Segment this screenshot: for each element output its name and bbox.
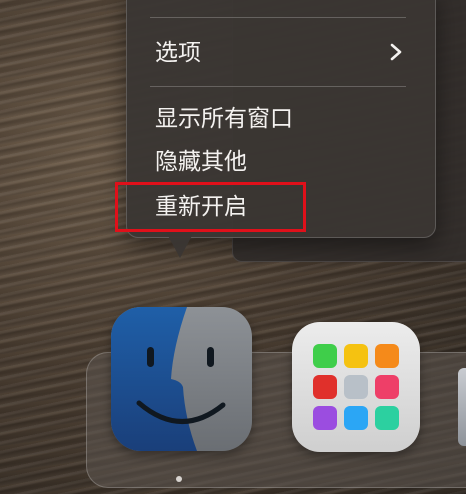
launchpad-tile — [344, 344, 368, 368]
menu-separator — [150, 86, 406, 87]
launchpad-tile — [375, 406, 399, 430]
launchpad-tile — [313, 375, 337, 399]
highlight-box — [115, 182, 306, 232]
chevron-right-icon — [389, 42, 403, 67]
running-indicator-dot — [176, 476, 182, 482]
finder-icon[interactable] — [111, 307, 252, 451]
menu-item-options[interactable]: 选项 — [155, 38, 201, 68]
launchpad-tile — [344, 375, 368, 399]
launchpad-tile — [375, 344, 399, 368]
launchpad-tile — [344, 406, 368, 430]
menu-item-hide-others[interactable]: 隐藏其他 — [155, 147, 247, 177]
launchpad-tile — [313, 406, 337, 430]
menu-separator — [150, 17, 406, 18]
menu-item-show-all-windows[interactable]: 显示所有窗口 — [155, 104, 293, 134]
launchpad-icon[interactable] — [292, 322, 420, 452]
launchpad-tile — [313, 344, 337, 368]
launchpad-tile — [375, 375, 399, 399]
app-icon-partial[interactable] — [458, 368, 466, 446]
context-menu-pointer — [166, 232, 194, 258]
